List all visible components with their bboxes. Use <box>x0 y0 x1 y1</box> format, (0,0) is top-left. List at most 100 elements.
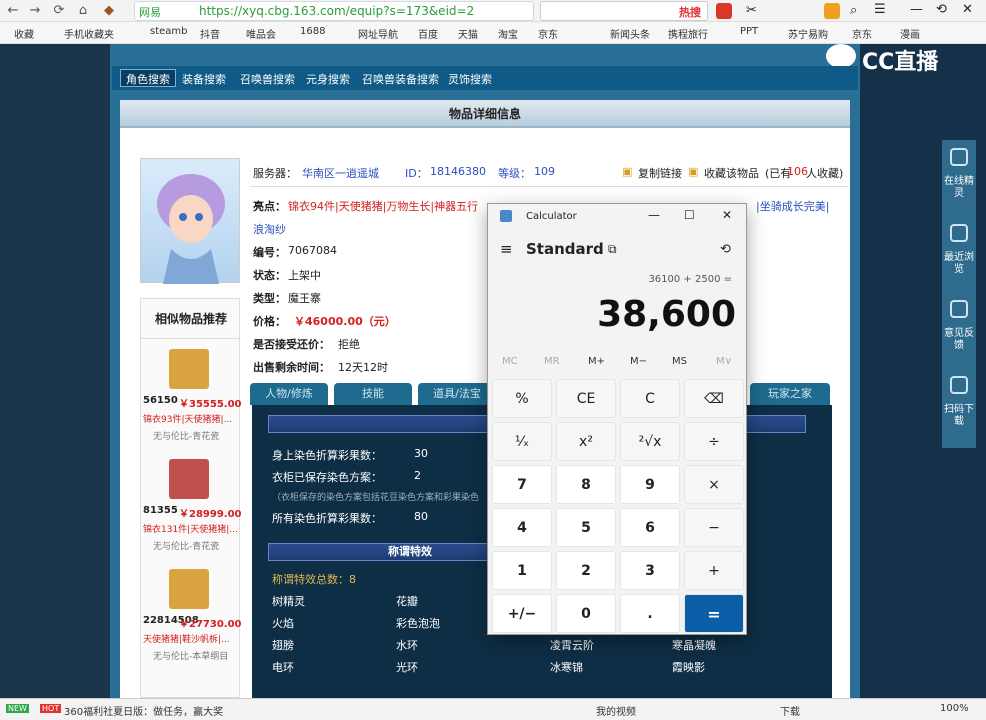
bookmark-item[interactable]: 收藏 <box>14 26 34 41</box>
sidebar-icon[interactable] <box>950 376 968 394</box>
extension-icon[interactable]: ◆ <box>100 2 118 20</box>
bookmark-item[interactable]: 京东 <box>538 26 558 41</box>
address-bar[interactable]: 网易 https://xyq.cbg.163.com/equip?s=173&e… <box>134 1 534 21</box>
calc-menu-icon[interactable]: ≡ <box>500 240 513 258</box>
sidebar-item[interactable]: 最近浏览 <box>944 252 974 276</box>
calc-key-equals[interactable]: = <box>684 594 744 633</box>
menu-icon[interactable]: ☰ <box>874 2 886 17</box>
url-text[interactable]: https://xyq.cbg.163.com/equip?s=173&eid=… <box>199 4 474 18</box>
refresh-icon[interactable]: ⟳ <box>50 2 68 20</box>
calc-key-one[interactable]: 1 <box>492 551 552 590</box>
sidebar-icon[interactable] <box>950 300 968 318</box>
similar-item-price[interactable]: ￥27730.00 <box>179 615 242 630</box>
detail-tab[interactable]: 玩家之家 <box>750 383 830 405</box>
bookmark-item[interactable]: steamb <box>150 26 188 37</box>
bookmark-item[interactable]: 京东 <box>852 26 872 41</box>
similar-item-id[interactable]: 56150 <box>143 395 178 406</box>
calc-memory-button[interactable]: M∨ <box>716 356 732 367</box>
calc-key-four[interactable]: 4 <box>492 508 552 547</box>
calc-key-clear-entry[interactable]: CE <box>556 379 616 418</box>
download-link[interactable]: 下载 <box>780 703 800 718</box>
similar-item-icon[interactable] <box>169 349 209 389</box>
calc-key-multiply[interactable]: × <box>684 465 744 504</box>
similar-item-icon[interactable] <box>169 569 209 609</box>
similar-item-icon[interactable] <box>169 459 209 499</box>
bookmark-item[interactable]: 手机收藏夹 <box>64 26 114 41</box>
calc-key-clear[interactable]: C <box>620 379 680 418</box>
calc-key-eight[interactable]: 8 <box>556 465 616 504</box>
restore-icon[interactable]: ⟲ <box>936 2 947 17</box>
similar-item-price[interactable]: ￥35555.00 <box>179 395 242 410</box>
history-icon[interactable]: ⟲ <box>720 242 731 257</box>
calc-memory-button[interactable]: MS <box>672 356 687 367</box>
minimize-icon[interactable]: — <box>910 2 923 17</box>
zoom-level[interactable]: 100% <box>940 703 969 714</box>
calc-key-six[interactable]: 6 <box>620 508 680 547</box>
calc-key-nine[interactable]: 9 <box>620 465 680 504</box>
back-icon[interactable]: ← <box>4 2 22 20</box>
search-input[interactable]: 热搜 <box>540 1 708 21</box>
calc-memory-button[interactable]: M− <box>630 356 647 367</box>
app-icon[interactable] <box>716 3 732 19</box>
bookmark-item[interactable]: 淘宝 <box>498 26 518 41</box>
bookmark-item[interactable]: 百度 <box>418 26 438 41</box>
calc-memory-button[interactable]: MC <box>502 356 518 367</box>
my-video[interactable]: 我的视频 <box>596 703 636 718</box>
nav-tab[interactable]: 召唤兽装备搜索 <box>362 71 439 87</box>
keep-on-top-icon[interactable]: ⧉ <box>608 242 617 257</box>
calc-memory-button[interactable]: MR <box>544 356 560 367</box>
hot-search-badge[interactable]: 热搜 <box>679 4 701 20</box>
calc-maximize-icon[interactable]: ☐ <box>684 208 695 222</box>
calc-key-five[interactable]: 5 <box>556 508 616 547</box>
calc-key-plus[interactable]: + <box>684 551 744 590</box>
calc-memory-button[interactable]: M+ <box>588 356 605 367</box>
forward-icon[interactable]: → <box>26 2 44 20</box>
calc-key-decimal[interactable]: . <box>620 594 680 633</box>
calc-key-three[interactable]: 3 <box>620 551 680 590</box>
bookmark-item[interactable]: 漫画 <box>900 26 920 41</box>
similar-item-price[interactable]: ￥28999.00 <box>179 505 242 520</box>
detail-tab[interactable]: 道具/法宝 <box>418 383 496 405</box>
calc-close-icon[interactable]: ✕ <box>722 208 732 222</box>
bookmark-item[interactable]: PPT <box>740 26 758 37</box>
sidebar-icon[interactable] <box>950 224 968 242</box>
calc-key-square[interactable]: x² <box>556 422 616 461</box>
search-icon[interactable]: ⌕ <box>850 3 857 18</box>
tools-icon[interactable]: ✂ <box>746 3 757 18</box>
nav-tab[interactable]: 元身搜索 <box>306 71 350 87</box>
calc-key-seven[interactable]: 7 <box>492 465 552 504</box>
bookmark-item[interactable]: 网址导航 <box>358 26 398 41</box>
calc-key-negate[interactable]: +/− <box>492 594 552 633</box>
bookmark-item[interactable]: 抖音 <box>200 26 220 41</box>
close-icon[interactable]: ✕ <box>962 2 973 17</box>
copy-link[interactable]: 复制链接 <box>638 165 682 181</box>
bookmark-item[interactable]: 苏宁易购 <box>788 26 828 41</box>
bookmark-item[interactable]: 唯品会 <box>246 26 276 41</box>
calc-key-zero[interactable]: 0 <box>556 594 616 633</box>
bookmark-item[interactable]: 1688 <box>300 26 325 37</box>
collect-link[interactable]: 收藏该物品 <box>704 165 759 181</box>
calc-key-minus[interactable]: − <box>684 508 744 547</box>
similar-item-id[interactable]: 81355 <box>143 505 178 516</box>
sidebar-item[interactable]: 在线精灵 <box>944 176 974 200</box>
sidebar-item[interactable]: 扫码下载 <box>944 404 974 428</box>
calc-key-divide[interactable]: ÷ <box>684 422 744 461</box>
bookmark-item[interactable]: 新闻头条 <box>610 26 650 41</box>
calc-key-two[interactable]: 2 <box>556 551 616 590</box>
detail-tab[interactable]: 人物/修炼 <box>250 383 328 405</box>
calc-key-square-root[interactable]: ²√x <box>620 422 680 461</box>
bookmark-item[interactable]: 天猫 <box>458 26 478 41</box>
game-icon[interactable] <box>824 3 840 19</box>
sidebar-icon[interactable] <box>950 148 968 166</box>
detail-tab[interactable]: 技能 <box>334 383 412 405</box>
home-icon[interactable]: ⌂ <box>74 2 92 20</box>
nav-tab[interactable]: 角色搜索 <box>126 71 170 87</box>
nav-tab[interactable]: 装备搜索 <box>182 71 226 87</box>
nav-tab[interactable]: 灵饰搜索 <box>448 71 492 87</box>
status-news[interactable]: 360福利社夏日版：做任务，赢大奖 <box>64 703 223 718</box>
calc-minimize-icon[interactable]: — <box>648 208 660 222</box>
calc-key-percent[interactable]: % <box>492 379 552 418</box>
calc-key-backspace[interactable]: ⌫ <box>684 379 744 418</box>
sidebar-item[interactable]: 意见反馈 <box>944 328 974 352</box>
bookmark-item[interactable]: 携程旅行 <box>668 26 708 41</box>
